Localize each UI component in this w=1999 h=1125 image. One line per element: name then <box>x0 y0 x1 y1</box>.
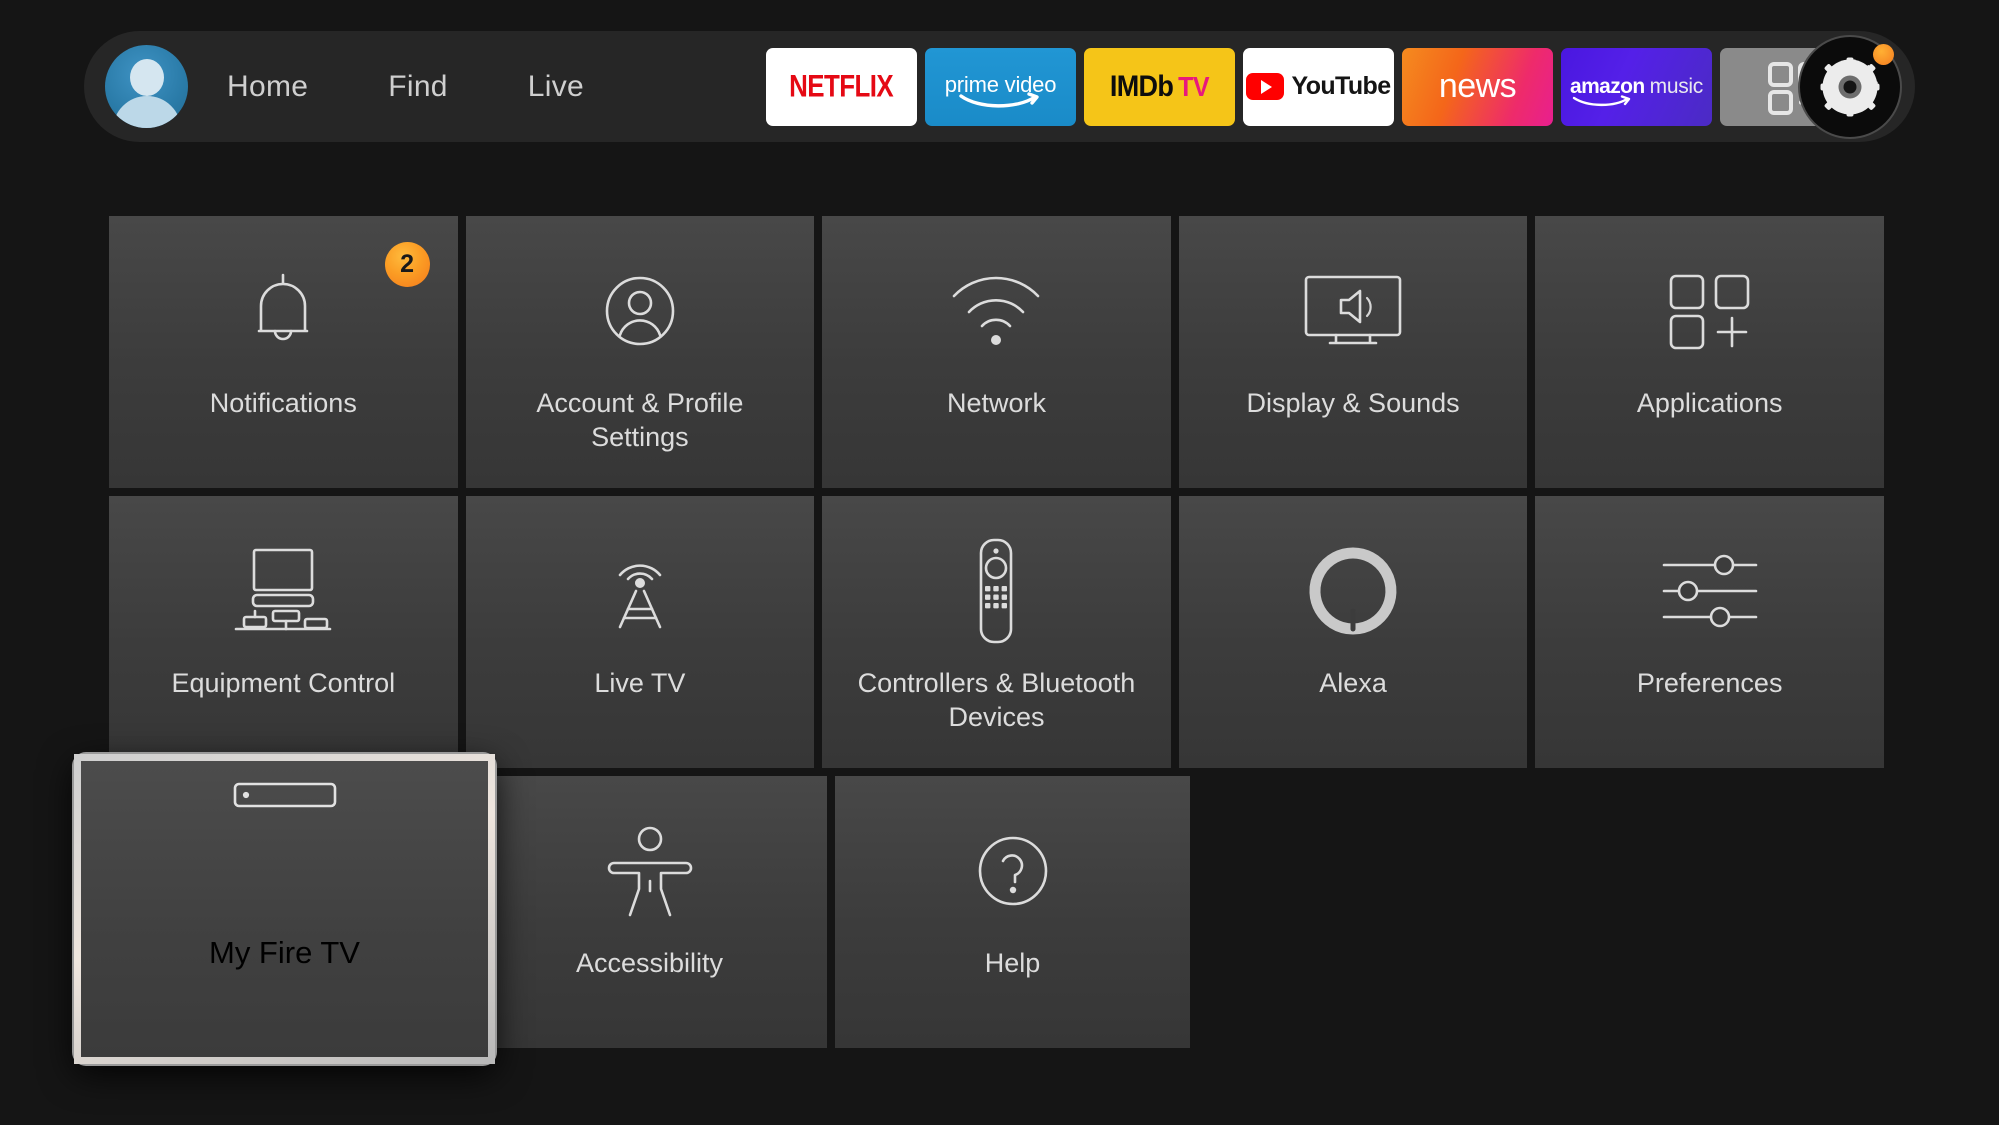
tile-label: Account & Profile Settings <box>536 388 744 452</box>
settings-tile-accessibility[interactable]: Accessibility <box>472 776 827 1048</box>
remote-icon <box>980 538 1013 644</box>
settings-row: 2 Notifications Account & Profile Settin… <box>109 216 1884 488</box>
tile-label: Controllers & Bluetooth Devices <box>857 668 1136 732</box>
notifications-badge: 2 <box>384 242 430 287</box>
app-tile-amazon-music[interactable]: amazon music <box>1561 47 1712 126</box>
top-navigation-bar: Home Find Live NETFLIX prime video IMDb … <box>84 31 1915 142</box>
settings-tile-display-sounds[interactable]: Display & Sounds <box>1178 216 1528 488</box>
antenna-icon <box>618 564 662 629</box>
tile-label: Equipment Control <box>171 668 396 698</box>
netflix-logo: NETFLIX <box>789 68 895 104</box>
icon-container <box>594 236 686 386</box>
nav-item-home[interactable]: Home <box>215 64 320 110</box>
news-logo: news <box>1438 67 1517 105</box>
settings-tile-applications[interactable]: Applications <box>1535 216 1884 488</box>
settings-tile-notifications[interactable]: 2 Notifications <box>109 216 458 488</box>
app-shortcut-row: NETFLIX prime video IMDb TV YouTube news… <box>766 31 1871 142</box>
app-tile-youtube[interactable]: YouTube <box>1243 47 1394 126</box>
nav-item-find[interactable]: Find <box>376 64 460 110</box>
icon-container <box>594 516 686 666</box>
fire-tv-stick-icon <box>233 782 336 808</box>
tile-label: Alexa <box>1319 668 1387 698</box>
person-circle-icon <box>605 276 675 346</box>
settings-tile-controllers-bluetooth-devices[interactable]: Controllers & Bluetooth Devices <box>822 496 1171 768</box>
icon-container <box>1658 516 1762 666</box>
amazon-music-logo-suffix: music <box>1649 74 1704 98</box>
settings-button[interactable] <box>1798 34 1902 139</box>
avatar-body-shape <box>112 96 181 128</box>
settings-tile-help[interactable]: Help <box>835 776 1190 1048</box>
sliders-icon <box>1662 554 1757 628</box>
gear-icon <box>1820 57 1880 116</box>
settings-tile-equipment-control[interactable]: Equipment Control <box>109 496 458 768</box>
youtube-play-icon <box>1246 73 1285 100</box>
youtube-logo: YouTube <box>1291 72 1391 100</box>
icon-container <box>231 775 339 935</box>
icon-container <box>604 796 696 946</box>
app-tile-netflix[interactable]: NETFLIX <box>766 47 917 126</box>
settings-notification-dot <box>1873 43 1894 65</box>
settings-tile-live-tv[interactable]: Live TV <box>465 496 815 768</box>
wifi-icon <box>953 276 1040 345</box>
icon-container <box>237 236 329 386</box>
icon-container <box>946 236 1046 386</box>
app-grid-plus-icon <box>1669 274 1749 350</box>
tile-label: Help <box>984 948 1041 978</box>
settings-tile-account-profile-settings[interactable]: Account & Profile Settings <box>465 216 815 488</box>
imdb-logo: IMDb <box>1109 69 1174 103</box>
tile-label: Live TV <box>594 668 686 698</box>
tile-label: Accessibility <box>575 948 724 978</box>
tv-speaker-icon <box>1304 275 1402 345</box>
icon-container <box>1307 516 1399 666</box>
icon-container <box>230 516 336 666</box>
settings-row: Equipment Control Live TV Controllers & … <box>109 496 1884 768</box>
fire-tv-settings-screen: Home Find Live NETFLIX prime video IMDb … <box>0 0 1999 1125</box>
icon-container <box>968 516 1024 666</box>
settings-tile-network[interactable]: Network <box>822 216 1171 488</box>
accessibility-person-icon <box>607 826 692 917</box>
profile-avatar[interactable] <box>105 45 188 128</box>
imdb-tv-suffix: TV <box>1178 71 1210 103</box>
tile-label: My Fire TV <box>209 935 360 970</box>
amazon-smile-icon <box>1572 94 1631 106</box>
avatar-head-shape <box>129 59 164 97</box>
icon-container <box>1300 236 1406 386</box>
settings-tile-preferences[interactable]: Preferences <box>1535 496 1884 768</box>
app-tile-prime-video[interactable]: prime video <box>925 47 1076 126</box>
nav-item-live[interactable]: Live <box>516 64 596 110</box>
tile-label: Applications <box>1636 388 1783 418</box>
nav-links: Home Find Live <box>215 31 596 142</box>
app-tile-news[interactable]: news <box>1402 47 1553 126</box>
tile-label: Network <box>946 388 1046 418</box>
tile-label: Notifications <box>209 388 357 418</box>
tile-label: Preferences <box>1636 668 1783 698</box>
icon-container <box>967 796 1059 946</box>
bell-icon <box>257 273 309 341</box>
alexa-ring-icon <box>1309 547 1397 635</box>
icon-container <box>1664 236 1756 386</box>
settings-tile-alexa[interactable]: Alexa <box>1178 496 1528 768</box>
settings-tile-my-fire-tv[interactable]: My Fire TV <box>74 754 495 1064</box>
app-tile-imdb-tv[interactable]: IMDb TV <box>1084 47 1235 126</box>
question-circle-icon <box>978 836 1047 906</box>
amazon-smile-icon <box>958 91 1039 108</box>
tv-equipment-icon <box>234 548 332 631</box>
tile-label: Display & Sounds <box>1246 388 1460 418</box>
